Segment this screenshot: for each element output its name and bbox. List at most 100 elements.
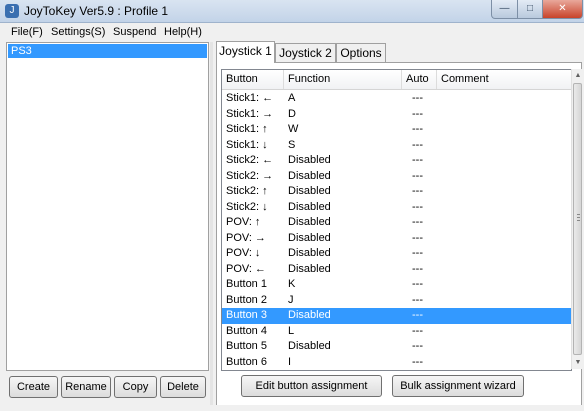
table-row[interactable]: POV: → Disabled ---	[222, 231, 571, 247]
cell-button: Button 3	[226, 309, 267, 321]
cell-auto: ---	[412, 92, 423, 104]
menu-suspend[interactable]: Suspend	[113, 26, 156, 38]
maximize-button[interactable]: □	[517, 0, 543, 19]
bulk-assignment-wizard-button[interactable]: Bulk assignment wizard	[392, 375, 524, 397]
scroll-down-icon[interactable]: ▼	[572, 356, 584, 369]
cell-function: Disabled	[288, 200, 331, 213]
app-icon: J	[5, 4, 19, 18]
cell-button: Button 6	[226, 355, 267, 368]
cell-function: S	[288, 138, 296, 151]
table-row[interactable]: Stick1: ↑ W ---	[222, 122, 571, 138]
cell-button: Stick2: →	[226, 169, 274, 182]
column-header-function[interactable]: Function	[284, 70, 402, 89]
table-row[interactable]: Stick1: → D ---	[222, 107, 571, 123]
cell-function: A	[288, 92, 296, 104]
cell-function: Disabled	[288, 340, 331, 352]
cell-auto: ---	[412, 355, 423, 368]
cell-function: W	[288, 123, 299, 135]
copy-button[interactable]: Copy	[114, 376, 157, 398]
cell-auto: ---	[412, 324, 423, 337]
cell-auto: ---	[412, 278, 423, 290]
scroll-thumb[interactable]	[573, 83, 582, 355]
cell-function: Disabled	[288, 262, 331, 275]
menu-settings[interactable]: Settings(S)	[51, 26, 105, 38]
cell-auto: ---	[412, 309, 423, 321]
cell-auto: ---	[412, 247, 423, 259]
cell-function: J	[288, 293, 294, 306]
panel-splitter[interactable]	[210, 42, 213, 407]
cell-auto: ---	[412, 293, 423, 306]
cell-function: K	[288, 278, 296, 290]
cell-button: Button 1	[226, 278, 267, 290]
cell-button: POV: ↓	[226, 247, 261, 259]
tab-joystick-1[interactable]: Joystick 1	[216, 41, 275, 63]
close-button[interactable]: ✕	[542, 0, 583, 19]
delete-button[interactable]: Delete	[160, 376, 206, 398]
cell-auto: ---	[412, 107, 423, 120]
table-row[interactable]: Button 3 Disabled ---	[222, 308, 571, 324]
list-header: Button Function Auto Comment	[222, 70, 571, 90]
cell-auto: ---	[412, 262, 423, 275]
cell-function: Disabled	[288, 185, 331, 197]
cell-button: Button 5	[226, 340, 267, 352]
table-row[interactable]: Button 5 Disabled ---	[222, 339, 571, 355]
cell-function: D	[288, 107, 296, 120]
table-row[interactable]: Button 4 L ---	[222, 324, 571, 340]
edit-button-assignment-button[interactable]: Edit button assignment	[241, 375, 382, 397]
cell-button: Stick1: →	[226, 107, 274, 120]
scroll-up-icon[interactable]: ▲	[572, 69, 584, 82]
tab-options[interactable]: Options	[336, 43, 386, 62]
title-bar[interactable]: J JoyToKey Ver5.9 : Profile 1 — □ ✕	[0, 0, 584, 23]
cell-auto: ---	[412, 216, 423, 228]
status-bar	[0, 405, 584, 411]
table-row[interactable]: Button 6 I ---	[222, 355, 571, 371]
cell-function: Disabled	[288, 309, 331, 321]
cell-function: Disabled	[288, 231, 331, 244]
cell-auto: ---	[412, 123, 423, 135]
menu-help[interactable]: Help(H)	[164, 26, 202, 38]
window-title: JoyToKey Ver5.9 : Profile 1	[24, 4, 169, 18]
cell-button: Stick2: ↑	[226, 185, 268, 197]
table-row[interactable]: Stick1: ← A ---	[222, 91, 571, 107]
cell-button: Button 4	[226, 324, 267, 337]
cell-button: POV: ←	[226, 262, 266, 275]
cell-function: Disabled	[288, 216, 331, 228]
table-row[interactable]: Stick2: → Disabled ---	[222, 169, 571, 185]
menu-file[interactable]: File(F)	[11, 26, 43, 38]
minimize-button[interactable]: —	[491, 0, 518, 19]
cell-auto: ---	[412, 200, 423, 213]
cell-button: Stick1: ←	[226, 92, 274, 104]
table-row[interactable]: POV: ↑ Disabled ---	[222, 215, 571, 231]
cell-auto: ---	[412, 340, 423, 352]
table-row[interactable]: POV: ↓ Disabled ---	[222, 246, 571, 262]
table-row[interactable]: Button 1 K ---	[222, 277, 571, 293]
column-header-comment[interactable]: Comment	[437, 70, 571, 89]
table-row[interactable]: Stick2: ↓ Disabled ---	[222, 200, 571, 216]
cell-function: Disabled	[288, 247, 331, 259]
profile-list[interactable]: PS3	[6, 42, 209, 371]
cell-auto: ---	[412, 154, 423, 166]
create-button[interactable]: Create	[9, 376, 58, 398]
profile-item-ps3[interactable]: PS3	[8, 44, 207, 58]
button-assignment-list[interactable]: Button Function Auto Comment Stick1: ← A -…	[221, 69, 572, 371]
table-row[interactable]: Stick1: ↓ S ---	[222, 138, 571, 154]
cell-function: I	[288, 355, 292, 368]
table-row[interactable]: Stick2: ↑ Disabled ---	[222, 184, 571, 200]
cell-auto: ---	[412, 231, 423, 244]
column-header-auto[interactable]: Auto	[402, 70, 437, 89]
cell-button: POV: ↑	[226, 216, 261, 228]
table-row[interactable]: Button 2 J ---	[222, 293, 571, 309]
rename-button[interactable]: Rename	[61, 376, 111, 398]
cell-function: Disabled	[288, 154, 331, 166]
cell-auto: ---	[412, 185, 423, 197]
table-row[interactable]: Stick2: ← Disabled ---	[222, 153, 571, 169]
cell-button: Stick2: ↓	[226, 200, 268, 213]
cell-button: Button 2	[226, 293, 267, 306]
vertical-scrollbar[interactable]: ▲ ▼	[571, 69, 583, 369]
column-header-button[interactable]: Button	[222, 70, 284, 89]
cell-function: Disabled	[288, 169, 331, 182]
tab-joystick-2[interactable]: Joystick 2	[275, 43, 336, 62]
cell-auto: ---	[412, 169, 423, 182]
cell-button: Stick1: ↑	[226, 123, 268, 135]
table-row[interactable]: POV: ← Disabled ---	[222, 262, 571, 278]
